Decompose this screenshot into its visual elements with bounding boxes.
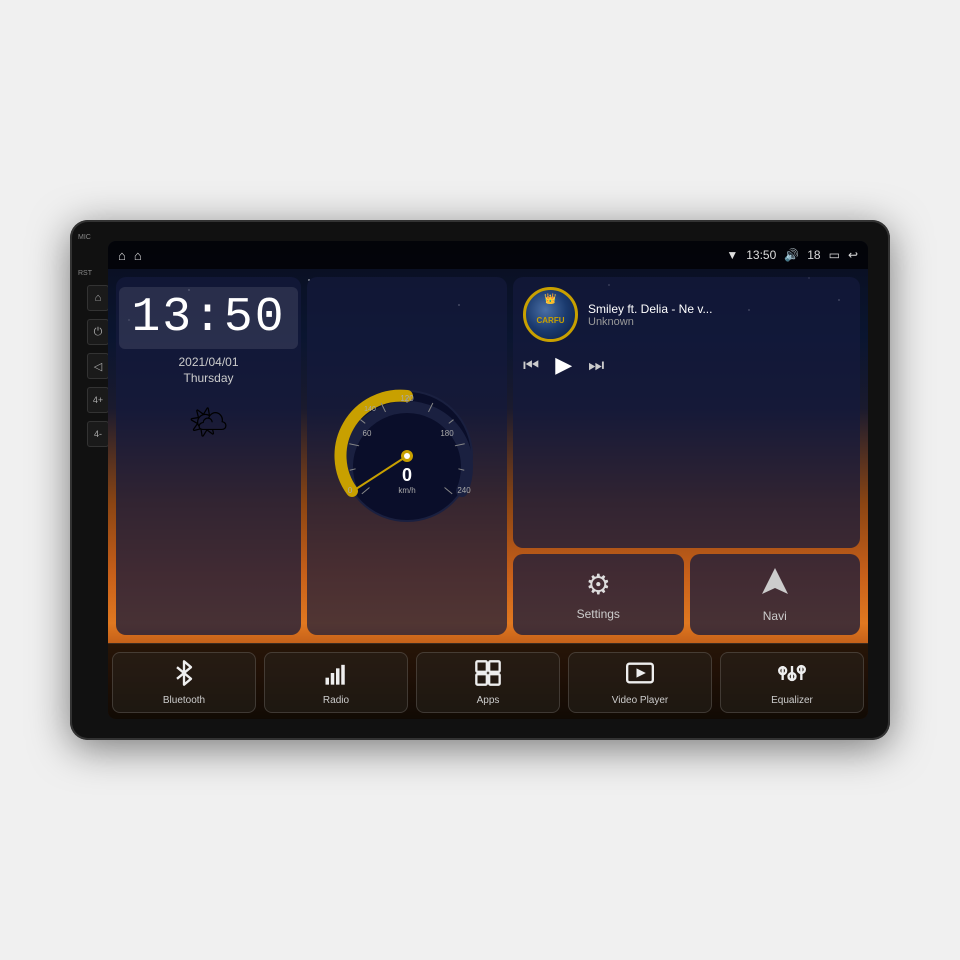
speedometer-widget: 0 60 120 140 180 240 0 [307,277,507,635]
battery-icon: ▭ [829,248,840,262]
clock-day: Thursday [183,371,233,385]
equalizer-icon [778,659,806,691]
status-right-info: ▼ 13:50 🔊 18 ▭ ↩ [726,248,858,262]
vol-up-button[interactable]: 4+ [87,387,109,413]
home-icon: ⌂ [95,292,102,304]
volume-icon: 🔊 [784,248,799,262]
prev-button[interactable]: ⏮ [523,355,539,376]
music-controls: ⏮ ▶ ⏭ [523,352,850,378]
radio-menu-item[interactable]: Radio [264,652,408,713]
svg-text:180: 180 [440,429,454,438]
video-player-menu-item[interactable]: Video Player [568,652,712,713]
navi-widget[interactable]: Navi [690,554,861,635]
crown-icon: 👑 [544,294,556,305]
power-icon: ⏻ [94,326,103,339]
main-screen: ⌂ ⌂ ▼ 13:50 🔊 18 ▭ ↩ 13:50 2021/04/01 Th… [108,241,868,719]
music-artist: Unknown [588,316,850,328]
vol-down-icon: 4- [94,429,102,439]
clock-display: 13:50 [119,287,297,349]
svg-text:0: 0 [348,486,353,495]
vol-up-icon: 4+ [93,395,103,405]
video-player-label: Video Player [612,695,669,706]
apps-icon [474,659,502,691]
vol-down-button[interactable]: 4- [87,421,109,447]
rst-label: RST [78,270,92,277]
radio-label: Radio [323,695,349,706]
car-head-unit: MIC RST ⌂ ⏻ ◁ 4+ 4- ⌂ ⌂ [70,220,890,740]
bottom-menu: Bluetooth Radio [108,643,868,719]
settings-navi-row: ⚙ Settings Navi [513,554,860,635]
album-art: 👑 CARFU [523,287,578,342]
svg-text:240: 240 [457,486,471,495]
svg-text:60: 60 [363,429,372,438]
home2-status-icon: ⌂ [134,248,142,263]
settings-icon: ⚙ [586,568,611,601]
music-info: Smiley ft. Delia - Ne v... Unknown [588,302,850,328]
status-bar: ⌂ ⌂ ▼ 13:50 🔊 18 ▭ ↩ [108,241,868,269]
album-brand-label: CARFU [537,316,565,325]
reset-button[interactable]: ⏻ [87,319,109,345]
status-time: 13:50 [746,248,776,262]
wifi-icon: ▼ [726,248,738,262]
bluetooth-icon [170,659,198,691]
settings-widget[interactable]: ⚙ Settings [513,554,684,635]
right-column: 👑 CARFU Smiley ft. Delia - Ne v... Unkno… [513,277,860,635]
clock-date: 2021/04/01 [178,355,238,369]
music-widget[interactable]: 👑 CARFU Smiley ft. Delia - Ne v... Unkno… [513,277,860,548]
next-button[interactable]: ⏭ [588,355,604,376]
bluetooth-menu-item[interactable]: Bluetooth [112,652,256,713]
settings-label: Settings [577,607,620,621]
mic-label: MIC [78,234,91,241]
top-widgets-row: 13:50 2021/04/01 Thursday 🌤 [108,269,868,643]
weather-icon: 🌤 [188,403,229,441]
speedometer-svg: 0 60 120 140 180 240 0 [332,381,482,531]
play-button[interactable]: ▶ [555,352,572,378]
radio-icon [322,659,350,691]
video-player-icon [626,659,654,691]
back-icon: ◁ [94,360,102,373]
home-button[interactable]: ⌂ [87,285,109,311]
apps-menu-item[interactable]: Apps [416,652,560,713]
home-status-icon: ⌂ [118,248,126,263]
content-area: 13:50 2021/04/01 Thursday 🌤 [108,269,868,719]
gauge-container: 0 60 120 140 180 240 0 [332,381,482,531]
navi-icon [760,566,790,603]
clock-widget: 13:50 2021/04/01 Thursday 🌤 [116,277,301,635]
status-left-icons: ⌂ ⌂ [118,248,142,263]
music-title: Smiley ft. Delia - Ne v... [588,302,850,316]
status-volume: 18 [807,248,820,262]
equalizer-menu-item[interactable]: Equalizer [720,652,864,713]
svg-text:km/h: km/h [398,486,415,495]
back-button[interactable]: ◁ [87,353,109,379]
bluetooth-label: Bluetooth [163,695,205,706]
svg-text:120: 120 [400,394,414,403]
equalizer-label: Equalizer [771,695,813,706]
svg-text:0: 0 [402,465,412,485]
svg-text:140: 140 [364,406,376,413]
music-top-row: 👑 CARFU Smiley ft. Delia - Ne v... Unkno… [523,287,850,342]
back-status-icon: ↩ [848,248,858,262]
side-buttons-panel: ⌂ ⏻ ◁ 4+ 4- [84,285,109,447]
apps-label: Apps [477,695,500,706]
navi-label: Navi [763,609,787,623]
